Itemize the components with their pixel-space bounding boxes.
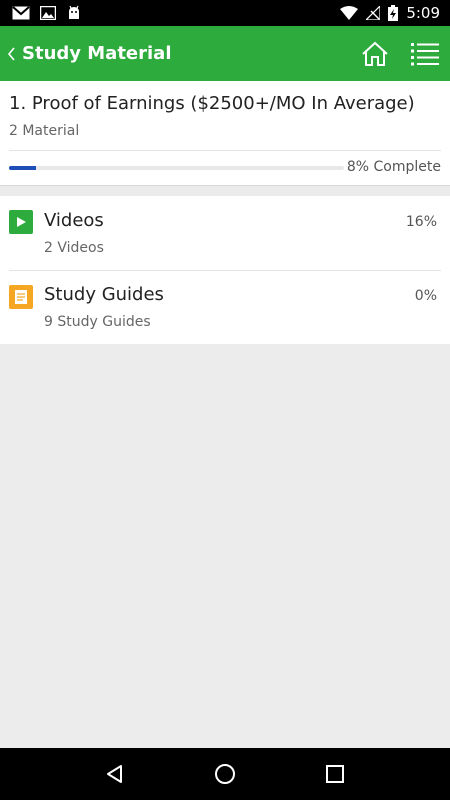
app-actions (360, 39, 450, 69)
back-chevron-icon[interactable] (0, 46, 22, 61)
status-time: 5:09 (406, 4, 440, 22)
section-gap (0, 185, 450, 196)
nav-recents-icon[interactable] (315, 754, 355, 794)
wifi-icon (340, 6, 359, 20)
item-subtitle: 2 Videos (44, 240, 104, 256)
progress-text: 8% Complete (346, 159, 441, 175)
lesson-subtitle: 2 Material (9, 123, 80, 139)
item-title: Videos (44, 210, 104, 231)
gmail-icon (12, 6, 30, 20)
item-title: Study Guides (44, 284, 164, 305)
system-nav-bar (0, 748, 450, 800)
list-item-videos[interactable]: Videos 2 Videos 16% (0, 196, 450, 270)
list-item-study-guides[interactable]: Study Guides 9 Study Guides 0% (0, 271, 450, 345)
item-percent: 0% (414, 288, 437, 304)
status-left (12, 5, 82, 21)
lesson-header: 1. Proof of Earnings ($2500+/MO In Avera… (0, 81, 450, 185)
android-debug-icon (66, 5, 82, 21)
lesson-title: 1. Proof of Earnings ($2500+/MO In Avera… (9, 93, 415, 114)
image-icon (40, 6, 56, 20)
nav-home-icon[interactable] (205, 754, 245, 794)
no-signal-icon (366, 6, 381, 20)
status-bar: 5:09 (0, 0, 450, 26)
materials-list: Videos 2 Videos 16% Study Guides 9 Study… (0, 196, 450, 344)
divider (9, 150, 441, 151)
video-play-icon (9, 210, 33, 234)
app-bar: Study Material (0, 26, 450, 81)
status-right: 5:09 (340, 4, 440, 22)
nav-back-icon[interactable] (95, 754, 135, 794)
home-icon[interactable] (360, 39, 390, 69)
menu-list-icon[interactable] (410, 39, 440, 69)
item-percent: 16% (405, 214, 437, 230)
app-title[interactable]: Study Material (22, 43, 172, 64)
battery-charging-icon (388, 5, 399, 21)
item-subtitle: 9 Study Guides (44, 314, 151, 330)
document-icon (9, 285, 33, 309)
progress-fill (9, 166, 36, 170)
progress-bar (9, 166, 344, 170)
